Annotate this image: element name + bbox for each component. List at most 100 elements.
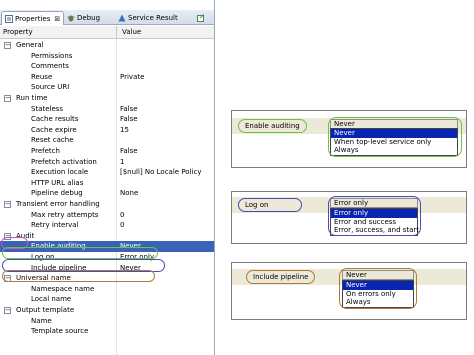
option-always[interactable]: Always (331, 146, 457, 155)
property-name: Source URI (31, 83, 70, 92)
property-row-pipeline-debug[interactable]: Pipeline debug None (0, 188, 214, 199)
column-header-value[interactable]: Value (116, 26, 141, 39)
property-value[interactable]: False (120, 104, 138, 115)
property-value[interactable]: 0 (120, 210, 124, 221)
property-name: Local name (31, 295, 72, 304)
export-icon (197, 14, 205, 22)
property-value[interactable]: 1 (120, 157, 124, 168)
option-on-errors-only[interactable]: On errors only (343, 290, 413, 299)
column-header-property[interactable]: Property (0, 26, 33, 39)
properties-icon (5, 14, 13, 23)
property-name: Log on (31, 253, 55, 261)
property-name: Universal name (16, 274, 71, 283)
property-row-stateless[interactable]: Stateless False (0, 104, 214, 115)
tab-debug-label: Debug (77, 14, 101, 22)
view-tab-bar: Properties ⊠ Debug Service Result (0, 10, 214, 25)
property-row-source-uri[interactable]: Source URI (0, 82, 214, 93)
property-name: Namespace name (31, 284, 95, 293)
property-row-prefetch[interactable]: Prefetch False (0, 146, 214, 157)
category-row-transient-error-handling[interactable]: − Transient error handling (0, 199, 214, 210)
category-row-audit[interactable]: − Audit (0, 231, 214, 242)
property-name: Audit (16, 231, 35, 240)
property-name: Max retry attempts (31, 210, 99, 219)
option-never[interactable]: Never (331, 129, 457, 138)
property-value[interactable]: False (120, 146, 138, 157)
tab-properties[interactable]: Properties ⊠ (1, 11, 65, 25)
property-value[interactable]: [$null] No Locale Policy (120, 167, 201, 178)
property-value[interactable]: None (120, 188, 138, 199)
category-row-universal-name[interactable]: − Universal name (0, 273, 214, 284)
tab-properties-label: Properties (15, 14, 51, 23)
tab-debug[interactable]: Debug (64, 11, 103, 25)
property-name: General (16, 41, 44, 49)
property-name: Stateless (31, 104, 64, 113)
property-name: Reset cache (31, 136, 74, 145)
property-row-name[interactable]: Name (0, 316, 214, 327)
property-row-retry-interval[interactable]: Retry interval 0 (0, 220, 214, 231)
property-name: Template source (31, 327, 89, 336)
property-name: Reuse (31, 72, 53, 81)
option-never[interactable]: Never (343, 281, 413, 290)
property-row-http-url-alias[interactable]: HTTP URL alias (0, 178, 214, 189)
property-value[interactable]: Error only (120, 252, 154, 263)
close-icon[interactable]: ⊠ (54, 15, 60, 23)
properties-panel: Properties ⊠ Debug Service Result Proper… (0, 0, 215, 355)
option-when-top-level-service-only[interactable]: When top-level service only (331, 138, 457, 147)
property-row-cache-results[interactable]: Cache results False (0, 114, 214, 125)
property-name: Run time (16, 94, 48, 102)
property-row-enable-auditing[interactable]: Enable auditing Never (0, 241, 214, 252)
property-row-max-retry-attempts[interactable]: Max retry attempts 0 (0, 210, 214, 221)
property-row-reuse[interactable]: Reuse Private (0, 72, 214, 83)
property-name: Cache expire (31, 125, 77, 134)
property-row-log-on[interactable]: Log on Error only (0, 252, 214, 263)
property-name: Name (31, 316, 52, 325)
enable-auditing-label: Enable auditing (238, 119, 307, 133)
collapse-icon[interactable]: − (4, 95, 11, 102)
collapse-icon[interactable]: − (4, 275, 11, 283)
category-row-output-template[interactable]: − Output template (0, 305, 214, 316)
property-value[interactable]: Never (120, 263, 141, 274)
option-error-only[interactable]: Error only (331, 209, 417, 218)
tab-export[interactable] (194, 11, 208, 25)
property-row-comments[interactable]: Comments (0, 61, 214, 72)
property-row-permissions[interactable]: Permissions (0, 51, 214, 62)
property-row-execution-locale[interactable]: Execution locale [$null] No Locale Policy (0, 167, 214, 178)
property-row-template-source[interactable]: Template source (0, 326, 214, 337)
column-header: Property Value (0, 26, 214, 39)
property-row-include-pipeline[interactable]: Include pipeline Never (0, 263, 214, 274)
property-row-prefetch-activation[interactable]: Prefetch activation 1 (0, 157, 214, 168)
property-value[interactable]: False (120, 114, 138, 125)
option-always[interactable]: Always (343, 298, 413, 307)
service-result-icon (118, 14, 126, 22)
property-row-local-name[interactable]: Local name (0, 294, 214, 305)
property-row-reset-cache[interactable]: Reset cache (0, 135, 214, 146)
category-row-run-time[interactable]: − Run time (0, 93, 214, 104)
log-on-select[interactable]: Error only (330, 198, 418, 208)
property-row-cache-expire[interactable]: Cache expire 15 (0, 125, 214, 136)
property-name: Permissions (31, 51, 73, 60)
property-name: Cache results (31, 115, 79, 124)
collapse-icon[interactable]: − (4, 201, 11, 208)
log-on-example: Log on Error only Error only Error and s… (231, 191, 467, 244)
property-value[interactable]: 15 (120, 125, 129, 136)
collapse-icon[interactable]: − (4, 42, 11, 49)
collapse-icon[interactable]: − (4, 307, 11, 314)
category-row-general[interactable]: − General (0, 40, 214, 51)
property-name: Retry interval (31, 221, 79, 230)
include-pipeline-options: Never On errors only Always (342, 280, 414, 308)
option-error-and-success[interactable]: Error and success (331, 218, 417, 227)
property-value[interactable]: 0 (120, 220, 124, 231)
property-name: Execution locale (31, 168, 89, 177)
debug-icon (67, 15, 75, 22)
option-error-success-and-start[interactable]: Error, success, and start (331, 226, 419, 235)
log-on-options: Error only Error and success Error, succ… (330, 208, 419, 236)
tab-service-result[interactable]: Service Result (115, 11, 181, 25)
property-name: Enable auditing (31, 242, 86, 251)
collapse-icon[interactable]: − (4, 232, 11, 240)
property-name: Output template (16, 306, 75, 314)
property-row-namespace-name[interactable]: Namespace name (0, 284, 214, 295)
property-name: Include pipeline (31, 263, 87, 272)
include-pipeline-select[interactable]: Never (342, 270, 414, 280)
property-value[interactable]: Private (120, 72, 144, 83)
property-value[interactable]: Never (120, 241, 141, 252)
